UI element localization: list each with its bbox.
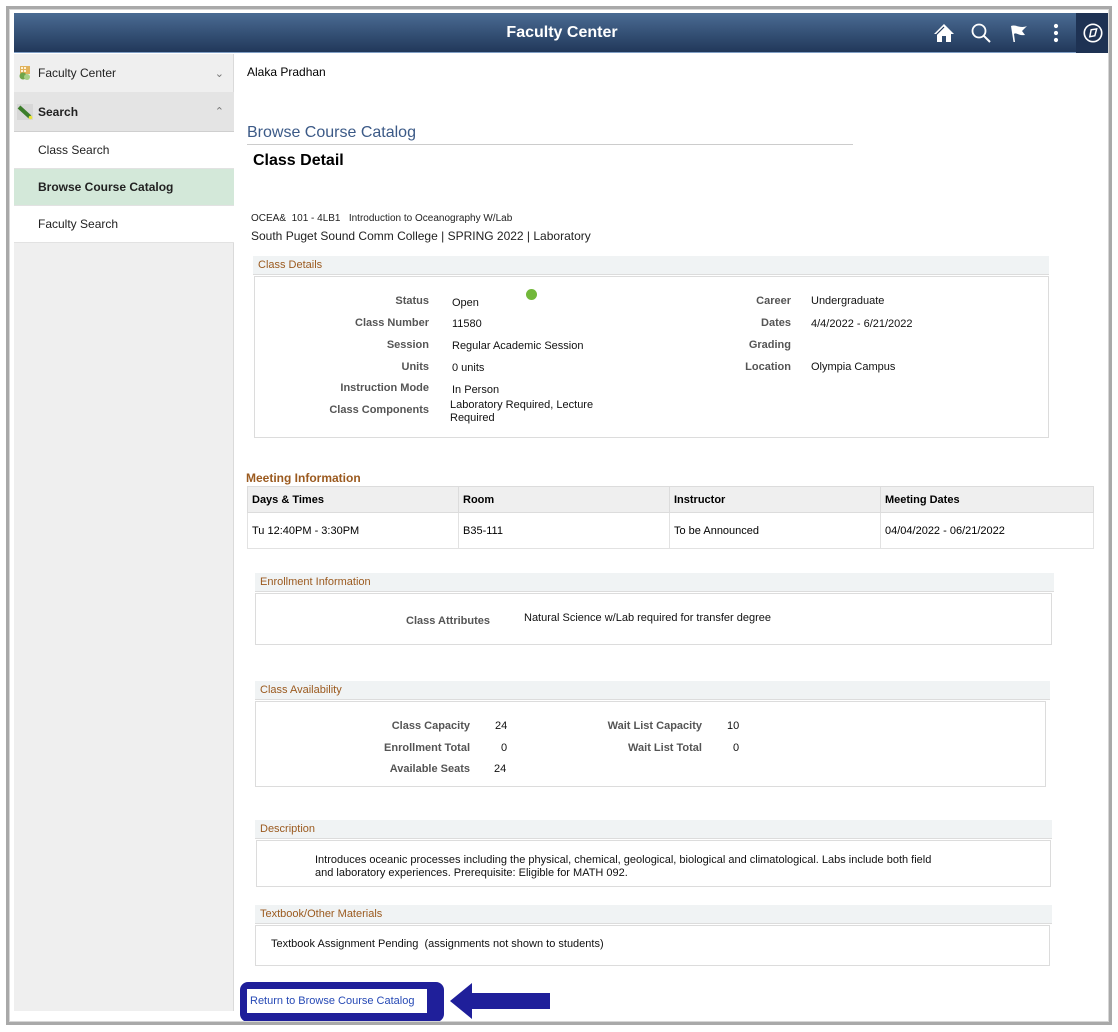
class-details-header: Class Details xyxy=(253,256,1049,275)
sidebar: Faculty Center ⌄ Search ⌃ Class Search B… xyxy=(14,54,234,1011)
sidebar-group-faculty-center[interactable]: Faculty Center ⌄ xyxy=(14,54,234,92)
description-text-line1: Introduces oceanic processes including t… xyxy=(315,854,932,866)
sidebar-group-label: Search xyxy=(38,104,79,119)
status-label: Status xyxy=(395,295,429,307)
enrollment-total-label: Enrollment Total xyxy=(384,742,470,754)
description-header: Description xyxy=(255,820,1052,839)
textbook-header: Textbook/Other Materials xyxy=(255,905,1052,924)
search-icon[interactable] xyxy=(969,21,993,45)
sidebar-item-faculty-search[interactable]: Faculty Search xyxy=(14,206,234,243)
sidebar-item-class-search[interactable]: Class Search xyxy=(14,132,234,169)
table-header-row: Days & Times Room Instructor Meeting Dat… xyxy=(247,486,1094,513)
wait-list-capacity-value: 10 xyxy=(727,720,740,732)
top-banner: Faculty Center xyxy=(14,13,1108,53)
course-title: OCEA& 101 - 4LB1 Introduction to Oceanog… xyxy=(251,213,513,224)
description-text-line2: and laboratory experiences. Prerequisite… xyxy=(315,867,628,879)
class-attributes-value: Natural Science w/Lab required for trans… xyxy=(524,612,772,624)
class-availability-header: Class Availability xyxy=(255,681,1050,700)
sidebar-item-browse-course-catalog[interactable]: Browse Course Catalog xyxy=(14,169,234,206)
column-header: Days & Times xyxy=(247,486,459,513)
enrollment-information-header: Enrollment Information xyxy=(255,573,1054,592)
class-number-label: Class Number xyxy=(355,317,429,329)
course-institution-term: South Puget Sound Comm College | SPRING … xyxy=(251,229,591,243)
annotation-arrow-icon xyxy=(450,983,550,1019)
wait-list-total-value: 0 xyxy=(733,742,740,754)
career-value: Undergraduate xyxy=(811,295,885,307)
user-name: Alaka Pradhan xyxy=(247,65,326,79)
status-open-icon xyxy=(526,289,537,300)
units-label: Units xyxy=(401,361,430,373)
column-header: Room xyxy=(458,486,670,513)
career-label: Career xyxy=(756,295,791,307)
textbook-text: Textbook Assignment Pending (assignments… xyxy=(271,938,604,950)
column-header: Instructor xyxy=(669,486,881,513)
heading-divider xyxy=(247,144,853,145)
chevron-up-icon: ⌃ xyxy=(214,106,224,118)
available-seats-label: Available Seats xyxy=(389,763,470,775)
flag-icon[interactable] xyxy=(1007,21,1031,45)
status-value: Open xyxy=(452,297,479,309)
sidebar-item-label: Browse Course Catalog xyxy=(38,180,174,194)
class-capacity-value: 24 xyxy=(495,720,508,732)
page-title: Class Detail xyxy=(253,152,344,169)
days-times-cell: Tu 12:40PM - 3:30PM xyxy=(247,512,459,549)
navbar-button[interactable] xyxy=(1076,13,1108,53)
wait-list-capacity-label: Wait List Capacity xyxy=(607,720,702,732)
meeting-information-title: Meeting Information xyxy=(246,471,361,485)
class-components-label: Class Components xyxy=(329,404,429,416)
sidebar-group-label: Faculty Center xyxy=(38,66,117,80)
navbar-compass-icon xyxy=(1083,23,1103,43)
meeting-table: Days & Times Room Instructor Meeting Dat… xyxy=(247,486,1094,549)
class-availability-box: Class Capacity 24 Enrollment Total 0 Ava… xyxy=(255,701,1046,787)
enrollment-total-value: 0 xyxy=(501,742,508,754)
sidebar-item-label: Class Search xyxy=(38,143,110,157)
available-seats-value: 24 xyxy=(494,763,507,775)
session-label: Session xyxy=(386,339,429,351)
location-value: Olympia Campus xyxy=(811,361,896,373)
wait-list-total-label: Wait List Total xyxy=(628,742,702,754)
page-heading: Browse Course Catalog xyxy=(247,124,416,141)
browser-frame: Faculty Center Faculty Center ⌄ Search ⌃… xyxy=(6,6,1112,1025)
textbook-box: Textbook Assignment Pending (assignments… xyxy=(255,925,1050,966)
sidebar-item-label: Faculty Search xyxy=(38,217,119,231)
more-options-icon[interactable] xyxy=(1044,21,1068,45)
class-number-value: 11580 xyxy=(452,318,482,330)
faculty-center-icon xyxy=(19,66,30,80)
column-header: Meeting Dates xyxy=(880,486,1094,513)
description-box: Introduces oceanic processes including t… xyxy=(256,840,1051,887)
units-value: 0 units xyxy=(452,362,485,374)
dates-value: 4/4/2022 - 6/21/2022 xyxy=(811,318,913,330)
table-row: Tu 12:40PM - 3:30PM B35-111 To be Announ… xyxy=(247,512,1094,549)
sidebar-group-search[interactable]: Search ⌃ xyxy=(14,92,234,132)
instruction-mode-label: Instruction Mode xyxy=(340,382,429,394)
chevron-down-icon: ⌄ xyxy=(214,67,224,80)
enrollment-information-box: Class Attributes Natural Science w/Lab r… xyxy=(255,593,1052,645)
main-content: Alaka Pradhan Browse Course Catalog Clas… xyxy=(235,54,1108,1021)
dates-label: Dates xyxy=(761,317,791,329)
class-components-value: Laboratory Required, Lecture Required xyxy=(450,399,594,424)
class-attributes-label: Class Attributes xyxy=(406,615,490,627)
home-icon[interactable] xyxy=(932,21,956,45)
search-magic-wand-icon xyxy=(17,104,33,120)
session-value: Regular Academic Session xyxy=(452,340,584,352)
grading-label: Grading xyxy=(748,339,791,351)
instructor-cell: To be Announced xyxy=(669,512,881,549)
room-cell: B35-111 xyxy=(458,512,670,549)
meeting-dates-cell: 04/04/2022 - 06/21/2022 xyxy=(880,512,1094,549)
class-capacity-label: Class Capacity xyxy=(391,720,470,732)
location-label: Location xyxy=(745,361,791,373)
class-details-box: Status Open Class Number 11580 Session R… xyxy=(254,276,1049,438)
instruction-mode-value: In Person xyxy=(452,384,500,396)
return-to-browse-course-catalog-link[interactable]: Return to Browse Course Catalog xyxy=(247,989,427,1013)
